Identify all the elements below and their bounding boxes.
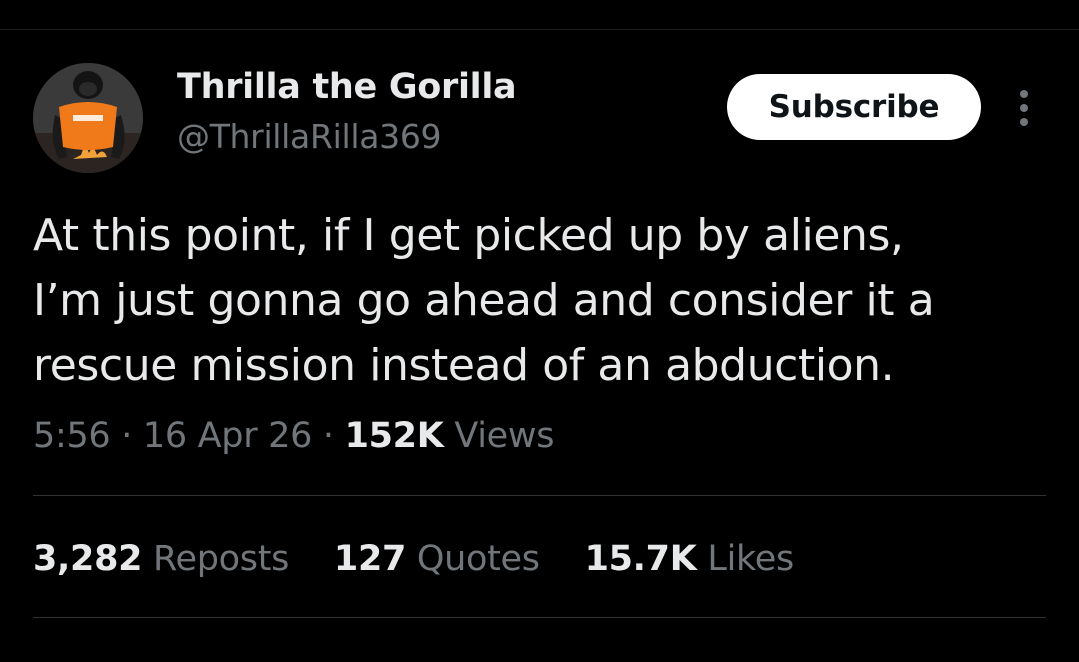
divider (33, 495, 1046, 496)
tweet-text-line: At this point, if I get picked up by ali… (33, 210, 904, 261)
tweet-date[interactable]: 16 Apr 26 (143, 416, 312, 456)
engagement-stats: 3,282 Reposts 127 Quotes 15.7K Likes (33, 539, 828, 579)
quotes-count: 127 (333, 539, 407, 579)
avatar-image (33, 63, 143, 173)
gorilla-avatar[interactable] (33, 63, 143, 173)
views-label: Views (454, 416, 555, 456)
tweet-text-line: I’m just gonna go ahead and consider it … (33, 275, 935, 326)
top-divider (0, 29, 1079, 30)
tweet-text-line: rescue mission instead of an abduction. (33, 340, 895, 391)
likes-count: 15.7K (584, 539, 697, 579)
meta-separator: · (121, 416, 133, 456)
views-count: 152K (344, 416, 444, 456)
more-vertical-icon (1020, 90, 1028, 126)
reposts-label: Reposts (153, 539, 290, 579)
likes-label: Likes (707, 539, 794, 579)
divider (33, 617, 1046, 618)
tweet-text: At this point, if I get picked up by ali… (33, 203, 1033, 398)
tweet-meta: 5:56 · 16 Apr 26 · 152K Views (33, 416, 554, 456)
reposts-stat[interactable]: 3,282 Reposts (33, 539, 289, 579)
author-handle[interactable]: @ThrillaRilla369 (177, 117, 442, 156)
quotes-label: Quotes (416, 539, 540, 579)
quotes-stat[interactable]: 127 Quotes (334, 539, 540, 579)
author-display-name[interactable]: Thrilla the Gorilla (177, 67, 517, 107)
meta-separator: · (322, 416, 334, 456)
reposts-count: 3,282 (33, 539, 143, 579)
subscribe-button-label: Subscribe (768, 89, 940, 125)
likes-stat[interactable]: 15.7K Likes (584, 539, 795, 579)
subscribe-button[interactable]: Subscribe (727, 74, 981, 140)
tweet-time[interactable]: 5:56 (33, 416, 111, 456)
more-options-button[interactable] (1008, 86, 1040, 130)
